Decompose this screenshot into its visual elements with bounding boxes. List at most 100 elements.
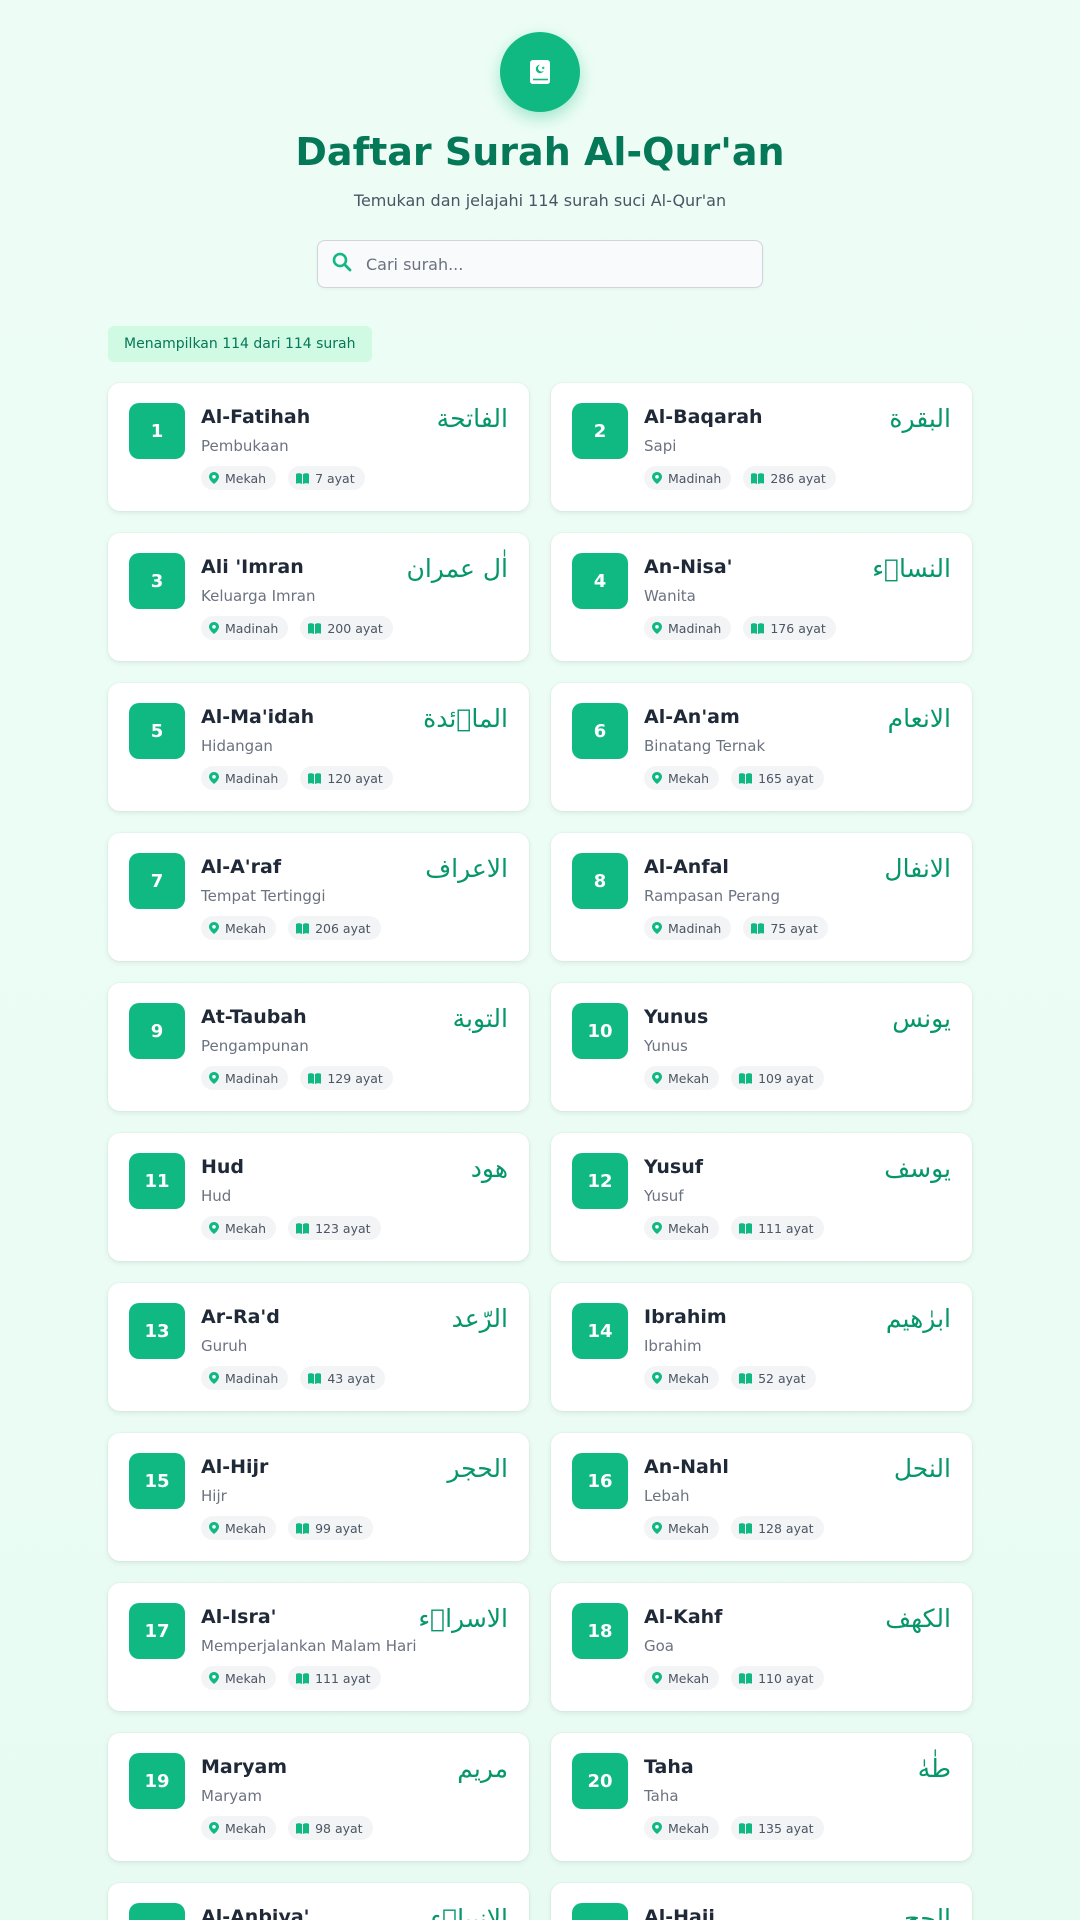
revelation-place: Mekah (225, 1670, 267, 1686)
surah-card-13[interactable]: 13 Ar-Ra'd Guruh الرّعد Madinah 43 ayat (108, 1283, 529, 1411)
revelation-place-badge: Mekah (644, 1666, 720, 1690)
surah-card-7[interactable]: 7 Al-A'raf Tempat Tertinggi الاعراف Meka… (108, 833, 529, 961)
surah-arabic-name: مريم (457, 1754, 508, 1783)
surah-number: 7 (129, 853, 185, 909)
verse-count-badge: 206 ayat (288, 916, 381, 940)
surah-number: 8 (572, 853, 628, 909)
location-pin-icon (209, 772, 219, 784)
location-pin-icon (209, 1222, 219, 1234)
revelation-place: Mekah (225, 1220, 267, 1236)
surah-tags: Mekah 7 ayat (201, 466, 365, 490)
location-pin-icon (209, 1522, 219, 1534)
surah-card-18[interactable]: 18 Al-Kahf Goa الكهف Mekah 110 ayat (551, 1583, 972, 1711)
surah-tags: Mekah 99 ayat (201, 1516, 373, 1540)
surah-name: Al-Hajj (644, 1906, 715, 1920)
revelation-place-badge: Mekah (201, 1816, 277, 1840)
surah-name: Ar-Ra'd (201, 1306, 280, 1328)
surah-name: Al-Anfal (644, 856, 729, 878)
surah-meaning: Yunus (644, 1037, 688, 1055)
surah-meaning: Sapi (644, 437, 677, 455)
surah-name: Yunus (644, 1006, 709, 1028)
revelation-place-badge: Mekah (644, 766, 720, 790)
surah-name: An-Nisa' (644, 556, 733, 578)
surah-name: Ali 'Imran (201, 556, 304, 578)
revelation-place: Mekah (668, 1220, 710, 1236)
surah-card-11[interactable]: 11 Hud Hud هود Mekah 123 ayat (108, 1133, 529, 1261)
surah-number: 2 (572, 403, 628, 459)
verse-count-badge: 123 ayat (288, 1216, 381, 1240)
surah-card-19[interactable]: 19 Maryam Maryam مريم Mekah 98 ayat (108, 1733, 529, 1861)
surah-name: An-Nahl (644, 1456, 729, 1478)
search-input[interactable] (364, 253, 748, 275)
surah-meaning: Goa (644, 1637, 674, 1655)
surah-number: 15 (129, 1453, 185, 1509)
surah-card-5[interactable]: 5 Al-Ma'idah Hidangan الماۤئدة Madinah 1… (108, 683, 529, 811)
surah-arabic-name: النساۤء (872, 554, 951, 583)
revelation-place-badge: Mekah (201, 916, 277, 940)
surah-meaning: Tempat Tertinggi (201, 887, 326, 905)
surah-card-20[interactable]: 20 Taha Taha طٰهٰ Mekah 135 ayat (551, 1733, 972, 1861)
verse-count: 176 ayat (770, 620, 826, 636)
revelation-place-badge: Mekah (201, 1666, 277, 1690)
surah-name: Al-Ma'idah (201, 706, 315, 728)
location-pin-icon (652, 472, 662, 484)
surah-card-22[interactable]: 22 Al-Hajj الحج (551, 1883, 972, 1920)
surah-number: 1 (129, 403, 185, 459)
surah-card-6[interactable]: 6 Al-An'am Binatang Ternak الانعام Mekah (551, 683, 972, 811)
surah-name: Al-Kahf (644, 1606, 723, 1628)
open-book-icon (296, 1822, 310, 1834)
revelation-place: Madinah (668, 920, 722, 936)
revelation-place: Mekah (668, 1070, 710, 1086)
surah-arabic-name: طٰهٰ (917, 1754, 951, 1783)
surah-arabic-name: الاعراف (425, 854, 508, 883)
revelation-place: Mekah (668, 1820, 710, 1836)
search-box[interactable] (317, 240, 763, 288)
surah-meaning: Keluarga Imran (201, 587, 316, 605)
revelation-place-badge: Madinah (644, 916, 732, 940)
verse-count-badge: 98 ayat (288, 1816, 373, 1840)
surah-number: 22 (572, 1903, 628, 1920)
surah-meaning: Maryam (201, 1787, 262, 1805)
revelation-place: Mekah (668, 1370, 710, 1386)
open-book-icon (739, 1072, 753, 1084)
surah-card-2[interactable]: 2 Al-Baqarah Sapi البقرة Madinah 286 aya… (551, 383, 972, 511)
surah-arabic-name: يوسف (884, 1154, 951, 1183)
revelation-place-badge: Mekah (644, 1816, 720, 1840)
surah-card-16[interactable]: 16 An-Nahl Lebah النحل Mekah 128 ayat (551, 1433, 972, 1561)
revelation-place: Madinah (225, 770, 279, 786)
surah-card-8[interactable]: 8 Al-Anfal Rampasan Perang الانفال Madin… (551, 833, 972, 961)
surah-card-9[interactable]: 9 At-Taubah Pengampunan التوبة Madinah 1… (108, 983, 529, 1111)
open-book-icon (751, 472, 765, 484)
verse-count: 43 ayat (327, 1370, 375, 1386)
location-pin-icon (209, 1672, 219, 1684)
search-icon (332, 252, 352, 276)
revelation-place-badge: Mekah (201, 1216, 277, 1240)
surah-arabic-name: البقرة (889, 404, 951, 433)
revelation-place: Mekah (668, 770, 710, 786)
open-book-icon (751, 922, 765, 934)
verse-count: 111 ayat (758, 1220, 814, 1236)
surah-card-3[interactable]: 3 Ali 'Imran Keluarga Imran اٰل عمران Ma… (108, 533, 529, 661)
surah-number: 18 (572, 1603, 628, 1659)
surah-card-17[interactable]: 17 Al-Isra' Memperjalankan Malam Hari ال… (108, 1583, 529, 1711)
verse-count-badge: 111 ayat (731, 1216, 824, 1240)
surah-card-10[interactable]: 10 Yunus Yunus يونس Mekah 109 ayat (551, 983, 972, 1111)
surah-arabic-name: اٰل عمران (406, 554, 508, 583)
surah-card-15[interactable]: 15 Al-Hijr Hijr الحجر Mekah 99 ayat (108, 1433, 529, 1561)
surah-tags: Mekah 111 ayat (201, 1666, 381, 1690)
surah-name: Al-Anbiya' (201, 1906, 310, 1920)
surah-name: Al-An'am (644, 706, 740, 728)
surah-card-14[interactable]: 14 Ibrahim Ibrahim ابرٰهيم Mekah 52 ayat (551, 1283, 972, 1411)
location-pin-icon (652, 1822, 662, 1834)
surah-card-4[interactable]: 4 An-Nisa' Wanita النساۤء Madinah 176 ay… (551, 533, 972, 661)
revelation-place: Mekah (668, 1520, 710, 1536)
surah-card-12[interactable]: 12 Yusuf Yusuf يوسف Mekah 111 ayat (551, 1133, 972, 1261)
revelation-place-badge: Madinah (644, 616, 732, 640)
surah-card-21[interactable]: 21 Al-Anbiya' الانبياۤء (108, 1883, 529, 1920)
open-book-icon (296, 1522, 310, 1534)
surah-meaning: Wanita (644, 587, 696, 605)
surah-card-1[interactable]: 1 Al-Fatihah Pembukaan الفاتحة Mekah 7 a… (108, 383, 529, 511)
quran-book-icon (500, 32, 580, 112)
surah-number: 14 (572, 1303, 628, 1359)
verse-count-badge: 111 ayat (288, 1666, 381, 1690)
